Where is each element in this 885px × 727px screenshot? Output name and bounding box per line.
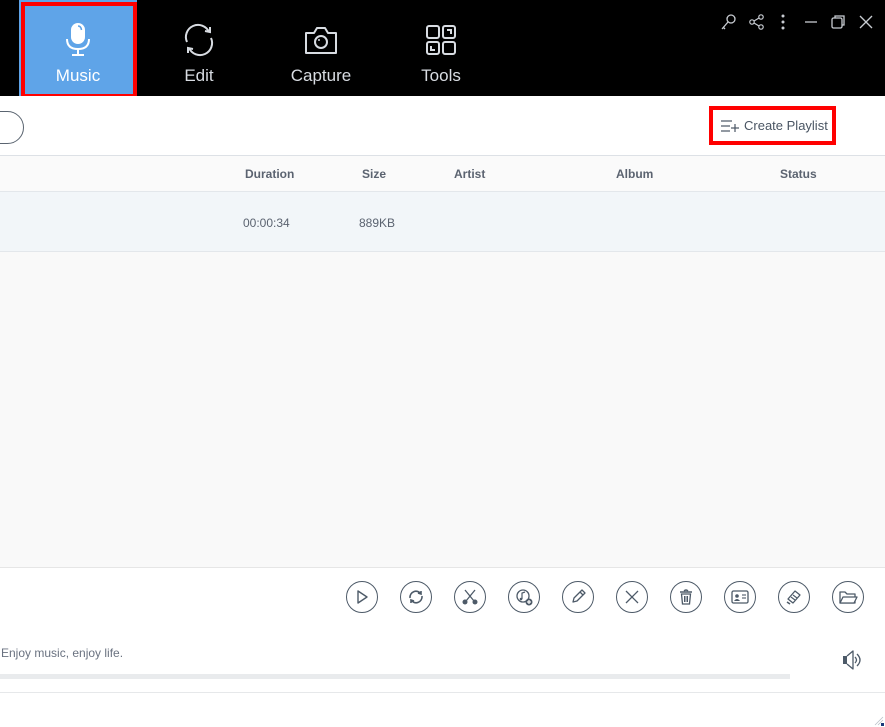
search-pill[interactable] xyxy=(0,111,24,144)
id-card-icon xyxy=(731,590,749,604)
edit-tags-button[interactable] xyxy=(562,581,594,613)
add-to-itunes-button[interactable] xyxy=(508,581,540,613)
play-button[interactable] xyxy=(346,581,378,613)
tab-edit[interactable]: Edit xyxy=(140,0,258,96)
delete-button[interactable] xyxy=(670,581,702,613)
volume-icon[interactable] xyxy=(840,648,864,672)
tab-capture[interactable]: Capture xyxy=(262,0,380,96)
tab-label: Capture xyxy=(290,66,352,85)
more-icon[interactable] xyxy=(773,12,793,32)
playlist-add-icon xyxy=(721,119,739,132)
column-artist[interactable]: Artist xyxy=(454,167,485,181)
column-size[interactable]: Size xyxy=(362,167,386,181)
column-album[interactable]: Album xyxy=(616,167,653,181)
trash-icon xyxy=(680,589,692,605)
close-icon[interactable] xyxy=(856,12,876,32)
camera-icon xyxy=(305,27,337,54)
remove-button[interactable] xyxy=(616,581,648,613)
divider xyxy=(0,692,885,693)
tab-label: Edit xyxy=(184,66,214,85)
top-navigation-bar: Music Edit Capture Tools xyxy=(0,0,885,98)
id3-card-button[interactable] xyxy=(724,581,756,613)
convert-icon xyxy=(184,23,214,57)
cell-duration: 00:00:34 xyxy=(243,216,290,230)
table-row[interactable]: 00:00:34 889KB xyxy=(0,192,885,252)
restore-icon[interactable] xyxy=(828,12,848,32)
resize-grip-icon[interactable] xyxy=(874,716,884,726)
column-duration[interactable]: Duration xyxy=(245,167,294,181)
open-folder-button[interactable] xyxy=(832,581,864,613)
folder-icon xyxy=(839,591,858,604)
progress-bar[interactable] xyxy=(0,674,790,679)
scissors-icon xyxy=(462,589,478,605)
create-playlist-label: Create Playlist xyxy=(744,118,828,133)
cut-button[interactable] xyxy=(454,581,486,613)
create-playlist-button[interactable]: Create Playlist xyxy=(709,106,836,145)
minimize-icon[interactable] xyxy=(801,12,821,32)
music-add-icon xyxy=(516,589,533,606)
burn-cd-button[interactable] xyxy=(778,581,810,613)
player-slogan: Enjoy music, enjoy life. xyxy=(1,646,124,660)
tools-grid-icon xyxy=(426,25,456,55)
list-area xyxy=(0,252,885,568)
highlight-box xyxy=(21,2,137,98)
table-header: Duration Size Artist Album Status xyxy=(0,156,885,192)
action-bar xyxy=(0,569,885,629)
tab-label: Tools xyxy=(421,66,461,85)
cell-size: 889KB xyxy=(359,216,396,230)
pencil-icon xyxy=(572,589,586,603)
column-status[interactable]: Status xyxy=(780,167,817,181)
toolbar: Create Playlist xyxy=(0,96,885,156)
play-icon xyxy=(357,590,368,604)
tab-music[interactable]: Music xyxy=(19,0,137,98)
convert-button[interactable] xyxy=(400,581,432,613)
burn-icon xyxy=(786,590,801,605)
tab-tools[interactable]: Tools xyxy=(382,0,500,96)
refresh-icon xyxy=(409,590,423,604)
app-window: Music Edit Capture Tools Create Playlist… xyxy=(0,0,885,727)
key-icon[interactable] xyxy=(719,12,739,32)
share-icon[interactable] xyxy=(747,12,767,32)
x-icon xyxy=(625,590,639,604)
